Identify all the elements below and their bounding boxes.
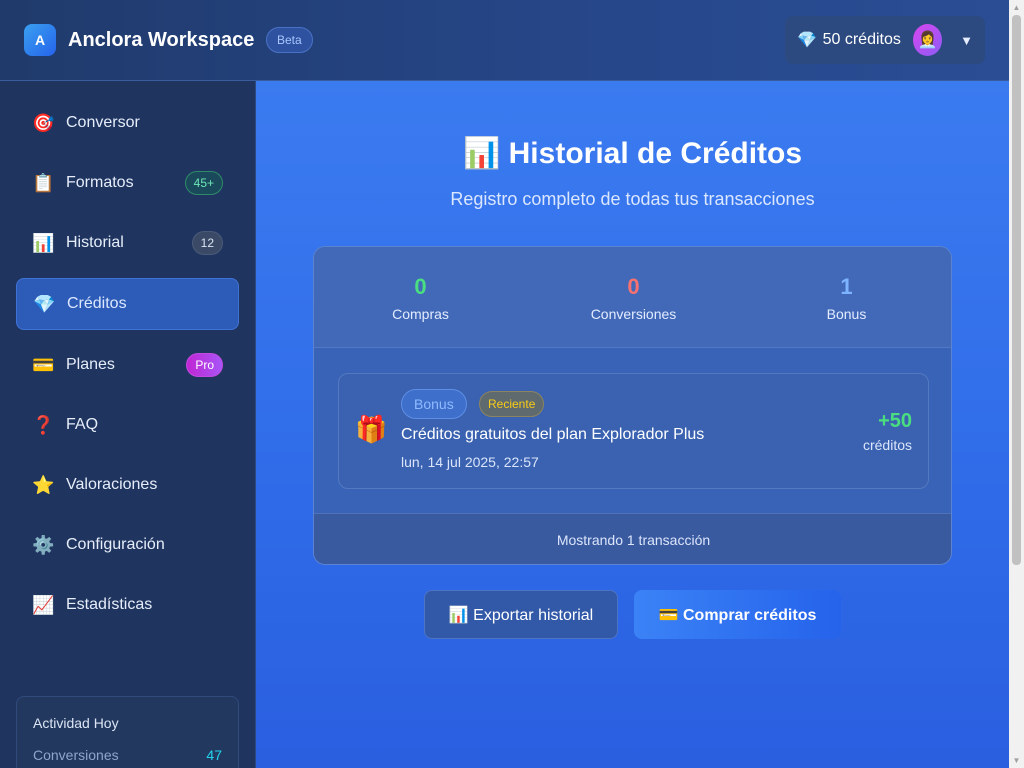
scroll-up-arrow-icon[interactable]: ▲ [1009,0,1024,15]
avatar[interactable]: 👩‍💼 [912,24,943,56]
activity-label: Conversiones [33,747,119,763]
top-header: A Anclora Workspace Beta 💎 50 créditos 👩… [0,0,1009,81]
main-content: 📊 Historial de Créditos Registro complet… [256,81,1009,768]
star-icon: ⭐ [32,474,55,495]
sidebar-item-label: Valoraciones [66,476,158,493]
sidebar-item-label: Planes [66,356,115,373]
stat-label: Conversiones [590,306,677,322]
sidebar-item-historial[interactable]: 📊 Historial 12 [16,217,239,269]
diamond-icon: 💎 [33,293,56,314]
sidebar-item-label: Formatos [66,174,134,191]
buy-credits-button[interactable]: 💳 Comprar créditos [634,590,841,639]
page-title: 📊 Historial de Créditos [462,137,803,170]
stat-bonus: 1 Bonus [740,247,951,347]
sidebar-item-label: Conversor [66,114,140,131]
transaction-unit: créditos [862,437,912,453]
credit-card-icon: 💳 [32,354,55,375]
question-icon: ❓ [32,414,55,435]
activity-title: Actividad Hoy [33,715,119,731]
stats-summary: 0 Compras 0 Conversiones 1 Bonus [314,247,951,348]
stat-value: 0 [414,274,427,299]
sidebar-item-conversor[interactable]: 🎯 Conversor [16,97,239,149]
transaction-description: Créditos gratuitos del plan Explorador P… [401,426,705,443]
formats-count-badge: 45+ [184,171,223,195]
stat-label: Compras [392,306,449,322]
sidebar: 🎯 Conversor 📋 Formatos 45+ 📊 Historial 1… [0,81,256,768]
gear-icon: ⚙️ [32,534,55,555]
sidebar-item-creditos[interactable]: 💎 Créditos [16,278,239,330]
sidebar-item-label: Configuración [66,536,165,553]
stat-compras: 0 Compras [314,247,527,347]
transaction-date: lun, 14 jul 2025, 22:57 [401,454,539,470]
credits-history-panel: 0 Compras 0 Conversiones 1 Bonus 🎁 Bonus… [313,246,952,565]
sidebar-item-estadisticas[interactable]: 📈 Estadísticas [16,579,239,631]
recent-badge: Reciente [479,391,545,417]
transaction-type-badge: Bonus [401,389,467,419]
target-icon: 🎯 [32,112,55,133]
export-history-button[interactable]: 📊 Exportar historial [424,590,618,639]
activity-today-card: Actividad Hoy Conversiones 47 [16,696,239,768]
page-subtitle: Registro completo de todas tus transacci… [450,189,815,209]
transaction-amount: +50 [878,410,912,432]
chevron-down-icon[interactable]: ▼ [960,33,973,48]
sidebar-item-label: Créditos [67,295,127,312]
history-count-badge: 12 [191,231,223,255]
app-name: Anclora Workspace [68,29,255,51]
gift-icon: 🎁 [355,414,388,444]
stat-label: Bonus [826,306,867,322]
sidebar-item-planes[interactable]: 💳 Planes Pro [16,339,239,391]
credits-account-menu[interactable]: 💎 50 créditos 👩‍💼 ▼ [785,16,985,64]
sidebar-item-label: FAQ [66,416,99,433]
scroll-down-arrow-icon[interactable]: ▼ [1009,753,1024,768]
app-logo[interactable]: A [24,24,56,56]
pro-badge: Pro [186,353,223,377]
page-scrollbar[interactable]: ▲ ▼ [1009,0,1024,768]
stat-value: 0 [627,274,640,299]
sidebar-item-faq[interactable]: ❓ FAQ [16,399,239,451]
clipboard-icon: 📋 [32,172,55,193]
sidebar-item-valoraciones[interactable]: ⭐ Valoraciones [16,459,239,511]
diamond-icon: 💎 [797,32,817,49]
credits-balance: 50 créditos [822,31,901,48]
sidebar-item-formatos[interactable]: 📋 Formatos 45+ [16,157,239,209]
stat-value: 1 [840,274,853,299]
beta-badge: Beta [266,27,313,53]
sidebar-item-configuracion[interactable]: ⚙️ Configuración [16,519,239,571]
bar-chart-icon: 📊 [32,232,55,253]
stat-conversiones: 0 Conversiones [527,247,740,347]
scrollbar-thumb[interactable] [1012,15,1021,565]
activity-value: 47 [206,747,222,763]
sidebar-item-label: Estadísticas [66,596,153,613]
activity-row: Conversiones 47 [33,747,222,763]
trend-chart-icon: 📈 [32,594,55,615]
transactions-count: Mostrando 1 transacción [314,513,951,564]
transaction-item[interactable]: 🎁 Bonus Reciente Créditos gratuitos del … [338,373,929,489]
sidebar-item-label: Historial [66,234,124,251]
